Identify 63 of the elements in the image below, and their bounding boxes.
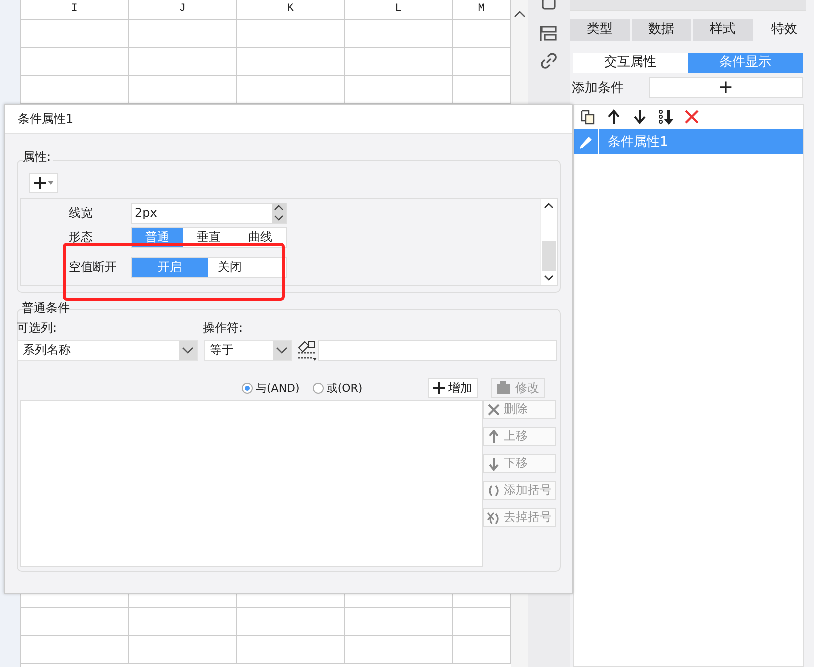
- grid-cell[interactable]: [345, 608, 453, 636]
- dialog-title: 条件属性1: [5, 105, 572, 134]
- grid-cell[interactable]: [129, 636, 237, 664]
- layout-icon[interactable]: [540, 24, 558, 42]
- add-button[interactable]: 增加: [428, 378, 478, 398]
- plus-icon[interactable]: [33, 176, 47, 190]
- link-icon[interactable]: [540, 52, 558, 70]
- spin-arrows-icon[interactable]: [272, 203, 286, 223]
- group-label: 普通条件: [22, 300, 70, 317]
- property-label: 形态: [68, 228, 94, 246]
- delete-icon[interactable]: [684, 109, 700, 125]
- caret-icon[interactable]: [48, 181, 54, 185]
- column-header[interactable]: J: [129, 0, 237, 19]
- grid-cell[interactable]: [21, 636, 129, 664]
- grid-cell[interactable]: [345, 48, 453, 76]
- tab[interactable]: 类型: [570, 19, 630, 41]
- segment-option[interactable]: 垂直: [183, 228, 235, 246]
- add-button[interactable]: +: [649, 77, 803, 98]
- grid-cell[interactable]: [21, 20, 129, 48]
- scroll-down-icon[interactable]: [544, 274, 554, 282]
- scroll-up-icon[interactable]: [514, 10, 526, 18]
- property-label: 线宽: [68, 204, 94, 222]
- grid-cell[interactable]: [129, 20, 237, 48]
- arrow-up-icon[interactable]: [606, 109, 622, 125]
- property-label: 空值断开: [68, 258, 118, 276]
- field-label: 操作符:: [203, 320, 244, 337]
- grid-cell[interactable]: [129, 608, 237, 636]
- arrow-down-icon[interactable]: [632, 109, 648, 125]
- grid-cell[interactable]: [237, 608, 345, 636]
- dropdown[interactable]: 系列名称: [17, 340, 198, 361]
- dropdown[interactable]: 等于: [204, 340, 292, 361]
- grid-cell[interactable]: [237, 48, 345, 76]
- grid-cell[interactable]: [237, 20, 345, 48]
- chevron-down-icon[interactable]: [182, 346, 194, 354]
- group-label: 属性:: [23, 149, 54, 166]
- field-label: 可选列:: [17, 320, 58, 337]
- segment-option[interactable]: 曲线: [234, 228, 286, 246]
- add-condition-label: 添加条件: [572, 80, 624, 96]
- radio-option[interactable]: 与(AND): [242, 380, 300, 396]
- tab[interactable]: 交互属性: [573, 53, 688, 73]
- value-type-icon[interactable]: [296, 340, 318, 360]
- scroll-up-icon[interactable]: [544, 202, 554, 210]
- grid-cell[interactable]: [345, 636, 453, 664]
- plus-icon[interactable]: [432, 382, 445, 394]
- tab[interactable]: 样式: [693, 19, 752, 41]
- spinner-field[interactable]: 2px: [131, 202, 287, 224]
- grid-cell[interactable]: [21, 48, 129, 76]
- scrollbar-thumb[interactable]: [542, 241, 556, 271]
- grid-cell[interactable]: [21, 608, 129, 636]
- add-dropdown-button[interactable]: [29, 173, 58, 193]
- column-header[interactable]: L: [345, 0, 453, 19]
- copy-icon[interactable]: [580, 109, 596, 125]
- value-field[interactable]: [318, 340, 557, 361]
- segment-option[interactable]: 关闭: [208, 258, 274, 276]
- move-bottom-icon[interactable]: [658, 109, 674, 125]
- column-header[interactable]: I: [21, 0, 129, 19]
- tab[interactable]: 数据: [632, 19, 691, 41]
- column-header[interactable]: K: [237, 0, 345, 19]
- radio-option[interactable]: 或(OR): [312, 380, 363, 396]
- grid-cell[interactable]: [237, 636, 345, 664]
- chevron-down-icon[interactable]: [276, 346, 288, 354]
- grid-cell[interactable]: [345, 20, 453, 48]
- grid-cell[interactable]: [129, 48, 237, 76]
